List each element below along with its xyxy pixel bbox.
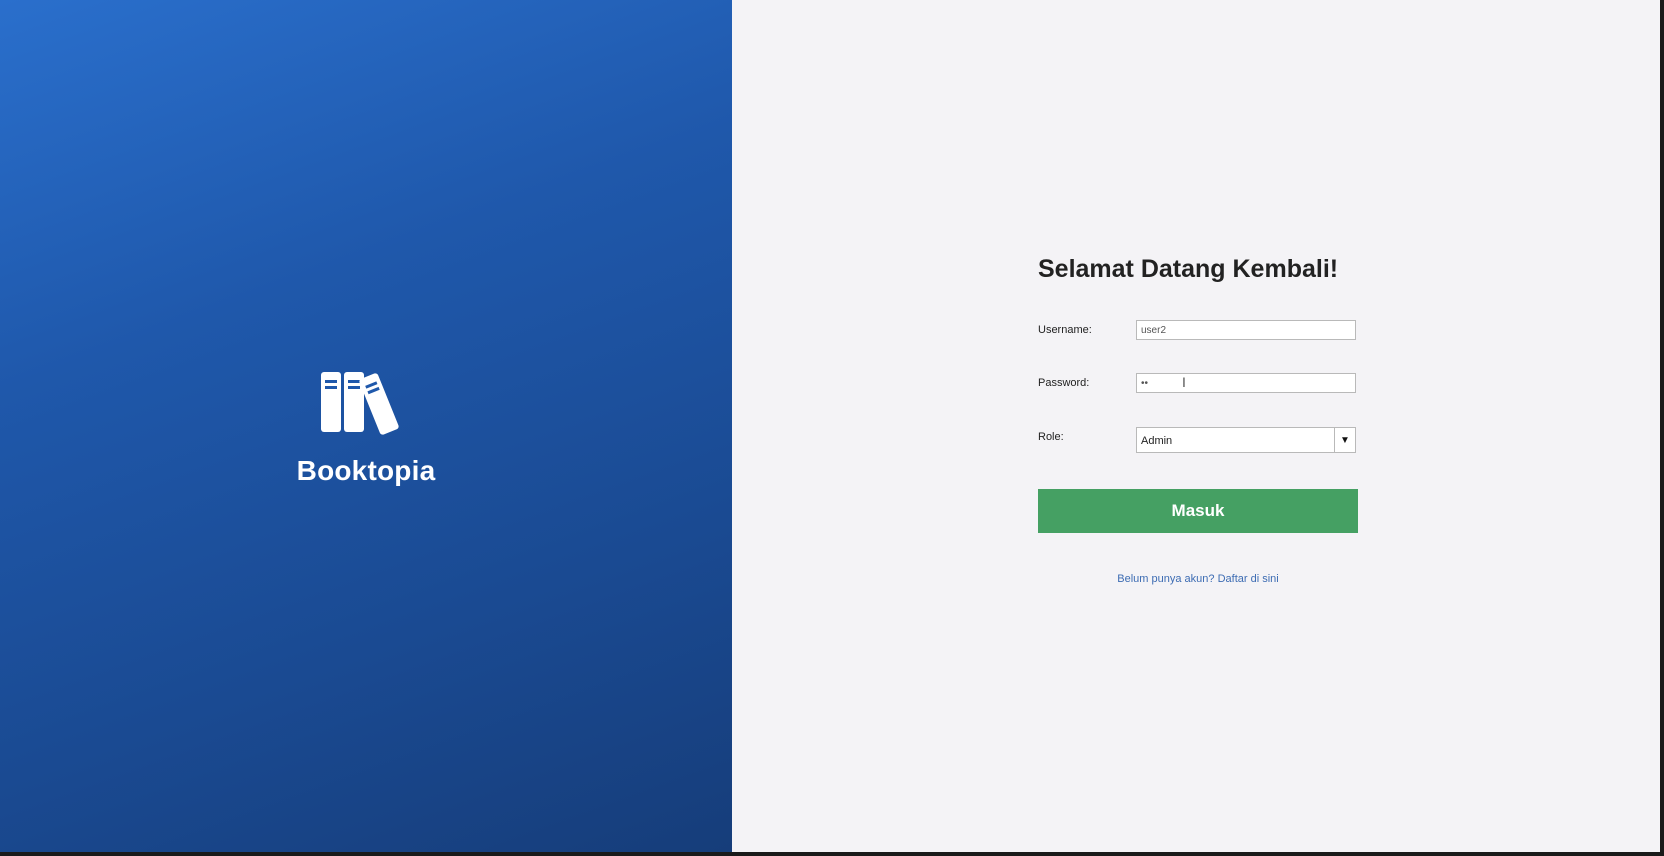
brand: Booktopia — [0, 370, 732, 487]
login-panel — [732, 0, 1664, 852]
register-link[interactable]: Belum punya akun? Daftar di sini — [1038, 573, 1358, 585]
screen-edge-bottom — [0, 852, 1664, 856]
brand-name: Booktopia — [296, 455, 436, 486]
role-selected-value: Admin — [1141, 435, 1173, 447]
password-label: Password: — [1038, 377, 1090, 389]
role-row: Role: Admin ▼ — [1038, 427, 1358, 453]
password-row: Password: I — [1038, 373, 1358, 397]
screen-edge-right — [1660, 0, 1664, 852]
text-cursor-icon: I — [1182, 374, 1186, 390]
role-select[interactable]: Admin ▼ — [1136, 427, 1356, 453]
books-icon — [321, 370, 411, 436]
username-row: Username: — [1038, 320, 1358, 344]
login-form: Selamat Datang Kembali! Username: Passwo… — [1038, 255, 1358, 585]
password-input[interactable] — [1136, 373, 1356, 393]
username-input[interactable] — [1136, 320, 1356, 340]
dropdown-arrow-icon[interactable]: ▼ — [1334, 428, 1355, 452]
role-label: Role: — [1038, 431, 1064, 443]
login-screen: Booktopia Selamat Datang Kembali! Userna… — [0, 0, 1664, 856]
brand-panel: Booktopia — [0, 0, 732, 852]
page-title: Selamat Datang Kembali! — [1038, 255, 1339, 283]
login-button[interactable]: Masuk — [1038, 489, 1358, 533]
username-label: Username: — [1038, 324, 1092, 336]
